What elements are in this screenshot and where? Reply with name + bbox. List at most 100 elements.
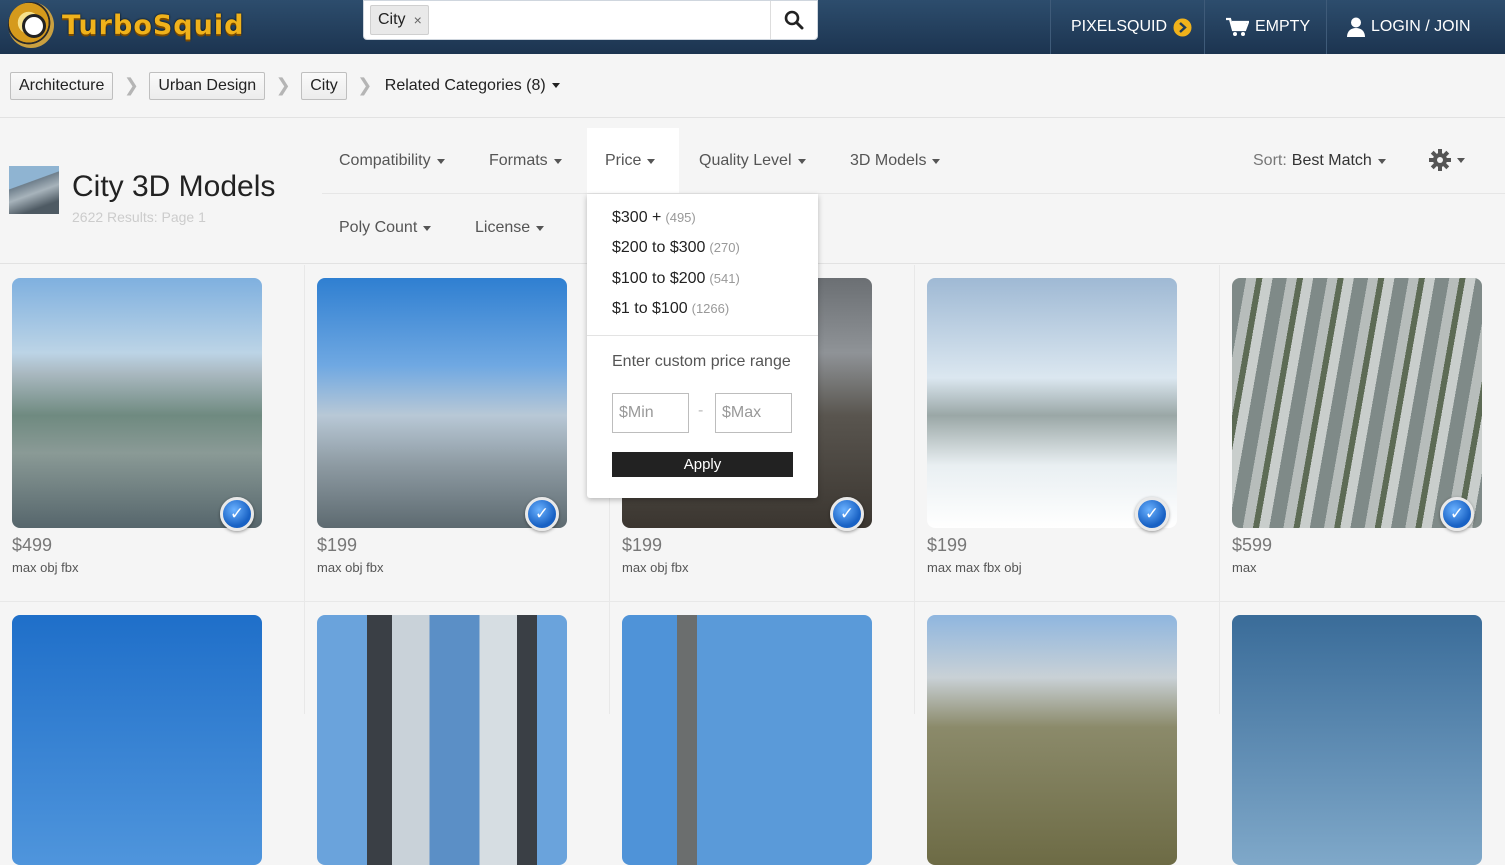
search-input[interactable] <box>436 7 816 33</box>
product-formats: max obj fbx <box>12 560 79 575</box>
search-button[interactable] <box>770 1 817 39</box>
product-price: $599 <box>1232 535 1273 555</box>
chip-remove-icon[interactable]: × <box>414 12 422 28</box>
login-label: LOGIN / JOIN <box>1371 18 1471 35</box>
filter-label: License <box>475 219 531 236</box>
caret-down-icon <box>1457 157 1465 163</box>
check-badge-icon: ✓ <box>525 497 559 531</box>
product-card[interactable] <box>610 602 915 865</box>
price-option-count: (1266) <box>691 301 730 316</box>
related-categories-label: Related Categories (8) <box>384 76 546 94</box>
turbosquid-logo[interactable]: TurboSquid <box>8 2 298 48</box>
sort-label: Sort: <box>1253 152 1287 169</box>
product-card[interactable]: ✓ $599 max <box>1220 265 1505 602</box>
filter-label: Quality Level <box>699 152 792 169</box>
product-card[interactable] <box>1220 602 1505 865</box>
max-price-input[interactable]: $Max <box>715 393 792 433</box>
top-header: TurboSquid City × PIXELSQUID EMPTY LOGIN… <box>0 0 1505 54</box>
filter-quality-level[interactable]: Quality Level <box>699 152 806 170</box>
logo-text: TurboSquid <box>62 9 245 41</box>
caret-down-icon <box>423 225 432 231</box>
product-formats: max max fbx obj <box>927 560 1022 575</box>
filter-price[interactable]: Price <box>605 152 656 170</box>
product-image[interactable] <box>12 615 262 865</box>
price-option[interactable]: $100 to $200 (541) <box>612 270 740 288</box>
price-option-label: $300 + <box>612 209 662 226</box>
price-option-label: $200 to $300 <box>612 239 706 256</box>
filter-formats[interactable]: Formats <box>489 152 562 170</box>
filter-divider <box>322 193 1505 194</box>
product-image[interactable] <box>622 615 872 865</box>
chevron-right-icon: ❯ <box>275 75 291 95</box>
product-image[interactable] <box>317 278 567 528</box>
product-card[interactable] <box>915 602 1220 865</box>
product-card[interactable]: ✓ $499 max obj fbx <box>0 265 305 602</box>
filter-label: Formats <box>489 152 548 169</box>
range-dash: - <box>698 402 704 419</box>
product-image[interactable] <box>12 278 262 528</box>
gear-icon <box>1429 149 1451 171</box>
product-formats: max <box>1232 560 1257 575</box>
user-icon <box>1347 17 1365 37</box>
caret-down-icon <box>536 225 545 231</box>
breadcrumb-city[interactable]: City <box>301 71 347 100</box>
search-chip[interactable]: City × <box>370 5 429 35</box>
price-option[interactable]: $1 to $100 (1266) <box>612 300 729 318</box>
product-image[interactable] <box>317 615 567 865</box>
arrow-circle-icon <box>1173 18 1192 37</box>
caret-down-icon <box>797 158 806 164</box>
price-option-label: $100 to $200 <box>612 270 706 287</box>
filter-license[interactable]: License <box>475 219 545 237</box>
check-badge-icon: ✓ <box>1135 497 1169 531</box>
related-categories-dropdown[interactable]: Related Categories (8) <box>385 77 560 95</box>
filter-compatibility[interactable]: Compatibility <box>339 152 445 170</box>
product-formats: max obj fbx <box>317 560 384 575</box>
caret-down-icon <box>1377 158 1386 164</box>
product-image[interactable] <box>927 278 1177 528</box>
filter-poly-count[interactable]: Poly Count <box>339 219 432 237</box>
product-image[interactable] <box>1232 615 1482 865</box>
product-card[interactable]: ✓ $199 max max fbx obj <box>915 265 1220 602</box>
min-price-input[interactable]: $Min <box>612 393 689 433</box>
check-badge-icon: ✓ <box>830 497 864 531</box>
results-count: 2622 Results: Page 1 <box>72 209 206 225</box>
login-link[interactable]: LOGIN / JOIN <box>1326 0 1505 54</box>
check-badge-icon: ✓ <box>220 497 254 531</box>
price-dropdown: $300 + (495) $200 to $300 (270) $100 to $2… <box>587 194 818 498</box>
dropdown-divider <box>587 335 818 336</box>
caret-down-icon <box>553 158 562 164</box>
filter-3d-models[interactable]: 3D Models <box>850 152 941 170</box>
product-image[interactable] <box>1232 278 1482 528</box>
filter-label: Poly Count <box>339 219 418 236</box>
price-option[interactable]: $200 to $300 (270) <box>612 239 740 257</box>
price-option-count: (541) <box>709 271 740 286</box>
logo-emblem-icon <box>8 2 54 48</box>
chevron-right-icon: ❯ <box>123 75 139 95</box>
pixelsquid-link[interactable]: PIXELSQUID <box>1050 0 1204 54</box>
product-price: $199 <box>927 535 968 555</box>
product-image[interactable] <box>927 615 1177 865</box>
search-chip-label: City <box>378 11 406 28</box>
breadcrumb-architecture[interactable]: Architecture <box>10 71 114 100</box>
product-card[interactable] <box>305 602 610 865</box>
price-option-label: $1 to $100 <box>612 300 688 317</box>
product-price: $199 <box>622 535 663 555</box>
cart-icon <box>1225 17 1249 37</box>
filter-label: Compatibility <box>339 152 431 169</box>
sort-dropdown[interactable]: Sort: Best Match <box>1253 152 1386 170</box>
product-formats: max obj fbx <box>622 560 689 575</box>
price-option[interactable]: $300 + (495) <box>612 209 696 227</box>
price-option-count: (270) <box>709 240 740 255</box>
check-badge-icon: ✓ <box>1440 497 1474 531</box>
cart-link[interactable]: EMPTY <box>1204 0 1326 54</box>
apply-button[interactable]: Apply <box>612 452 793 477</box>
product-price: $499 <box>12 535 53 555</box>
caret-down-icon <box>436 158 445 164</box>
product-card[interactable] <box>0 602 305 865</box>
page-title: City 3D Models <box>72 170 276 203</box>
breadcrumb: Architecture ❯ Urban Design ❯ City ❯ Rel… <box>0 54 1505 118</box>
settings-button[interactable] <box>1429 149 1465 171</box>
breadcrumb-urban-design[interactable]: Urban Design <box>149 71 266 100</box>
filter-label: Price <box>605 152 642 169</box>
product-card[interactable]: ✓ $199 max obj fbx <box>305 265 610 602</box>
